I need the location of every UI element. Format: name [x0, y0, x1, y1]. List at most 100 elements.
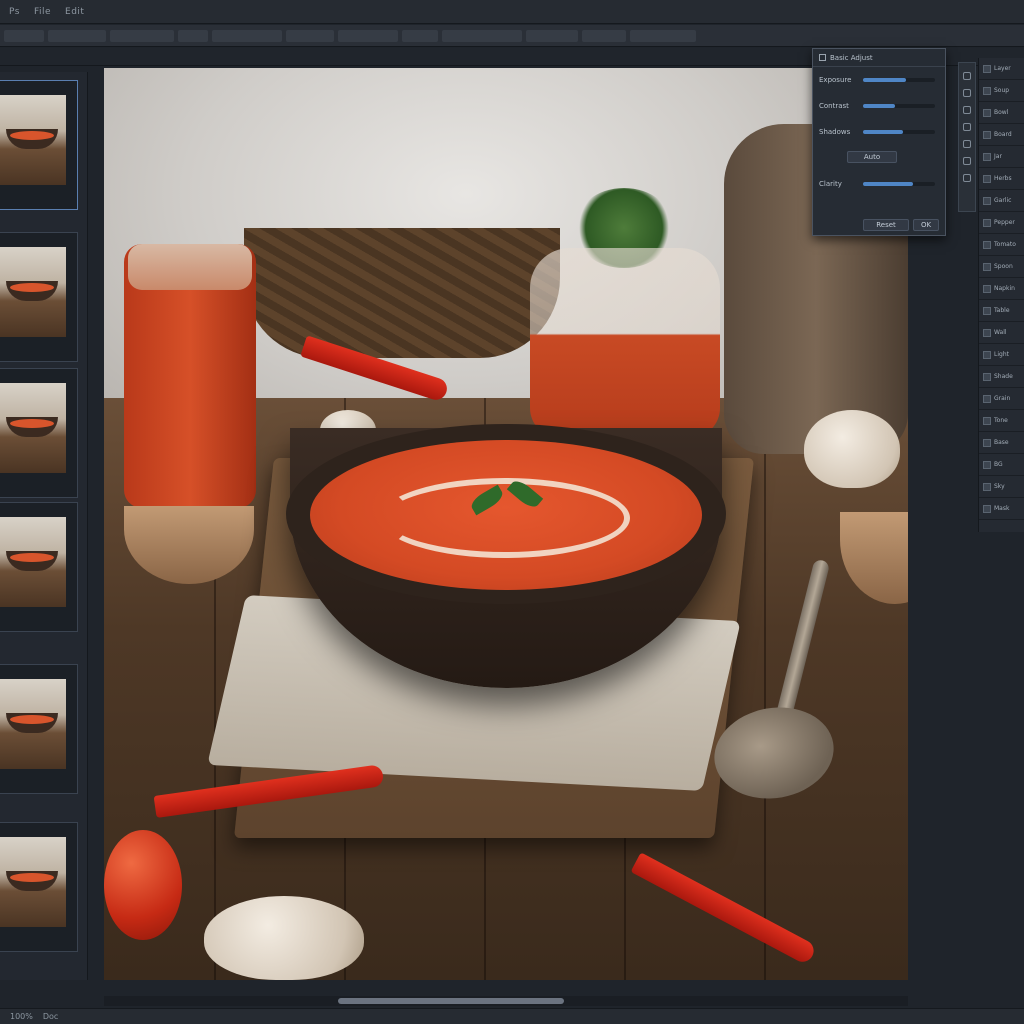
layer-swatch — [983, 394, 991, 403]
scrollbar-thumb[interactable] — [338, 998, 564, 1004]
filmstrip-thumbnail[interactable] — [0, 368, 78, 498]
layer-item[interactable]: Shade — [979, 366, 1024, 388]
layer-item[interactable]: Grain — [979, 388, 1024, 410]
layer-swatch — [983, 372, 991, 381]
brush-tool-icon[interactable] — [963, 72, 971, 80]
layer-item[interactable]: Mask — [979, 498, 1024, 520]
option-control[interactable] — [286, 29, 334, 42]
layer-item[interactable]: Wall — [979, 322, 1024, 344]
options-bar — [0, 25, 1024, 47]
tool-preset-picker[interactable] — [4, 29, 44, 42]
contrast-slider[interactable] — [863, 104, 935, 108]
layer-name: Bowl — [994, 109, 1009, 116]
option-control[interactable] — [402, 29, 438, 42]
layer-item[interactable]: BG — [979, 454, 1024, 476]
photo-cream-swirl — [380, 478, 630, 558]
photo-editor-window: Ps File Edit Basic Adjust Exposure Contr… — [0, 0, 1024, 1024]
ok-button[interactable]: OK — [913, 219, 939, 231]
layer-item[interactable]: Napkin — [979, 278, 1024, 300]
layer-item[interactable]: Sky — [979, 476, 1024, 498]
option-control[interactable] — [48, 29, 106, 42]
layer-swatch — [983, 460, 991, 469]
layer-item[interactable]: Base — [979, 432, 1024, 454]
option-control[interactable] — [630, 29, 696, 42]
filmstrip-thumbnail[interactable] — [0, 80, 78, 210]
document-info: Doc — [42, 1012, 59, 1021]
photo-basket — [244, 228, 560, 358]
clarity-slider[interactable] — [863, 182, 935, 186]
layer-name: Tone — [994, 417, 1008, 424]
auto-button[interactable]: Auto — [847, 151, 897, 163]
option-control[interactable] — [178, 29, 208, 42]
option-control[interactable] — [110, 29, 174, 42]
filmstrip-thumbnail[interactable] — [0, 822, 78, 952]
layer-item[interactable]: Board — [979, 124, 1024, 146]
thumbnail-image — [0, 95, 66, 185]
layer-name: Grain — [994, 395, 1011, 402]
filmstrip-thumbnail[interactable] — [0, 502, 78, 632]
layer-name: Layer — [994, 65, 1011, 72]
panel-icon — [819, 54, 826, 61]
layer-swatch — [983, 218, 991, 227]
layer-swatch — [983, 504, 991, 513]
hand-tool-icon[interactable] — [963, 174, 971, 182]
layer-name: BG — [994, 461, 1003, 468]
thumbnail-image — [0, 517, 66, 607]
menu-item-app[interactable]: Ps — [6, 7, 23, 17]
option-control[interactable] — [338, 29, 398, 42]
layer-item[interactable]: Soup — [979, 80, 1024, 102]
adjust-row: Exposure — [819, 75, 939, 85]
layer-item[interactable]: Tomato — [979, 234, 1024, 256]
layer-item[interactable]: Light — [979, 344, 1024, 366]
layer-name: Table — [994, 307, 1010, 314]
gradient-tool-icon[interactable] — [963, 140, 971, 148]
layer-item[interactable]: Herbs — [979, 168, 1024, 190]
layer-name: Soup — [994, 87, 1010, 94]
adjustments-panel-header[interactable]: Basic Adjust — [813, 49, 945, 67]
thumbnail-image — [0, 837, 66, 927]
photo-sauce-jar — [124, 244, 256, 508]
zoom-tool-icon[interactable] — [963, 157, 971, 165]
layer-item[interactable]: Table — [979, 300, 1024, 322]
document-canvas[interactable] — [104, 68, 908, 980]
option-control[interactable] — [582, 29, 626, 42]
layer-item[interactable]: Jar — [979, 146, 1024, 168]
layer-item[interactable]: Garlic — [979, 190, 1024, 212]
menu-item-edit[interactable]: Edit — [62, 7, 87, 17]
layer-item[interactable]: Tone — [979, 410, 1024, 432]
clone-tool-icon[interactable] — [963, 123, 971, 131]
layer-item[interactable]: Layer — [979, 58, 1024, 80]
zoom-level[interactable]: 100% — [10, 1012, 33, 1021]
layer-name: Spoon — [994, 263, 1013, 270]
adjustments-panel: Basic Adjust Exposure Contrast Shadows C… — [812, 48, 946, 236]
option-control[interactable] — [442, 29, 522, 42]
layer-item[interactable]: Spoon — [979, 256, 1024, 278]
shadows-slider[interactable] — [863, 130, 935, 134]
thumbnail-image — [0, 383, 66, 473]
layer-item[interactable]: Pepper — [979, 212, 1024, 234]
layer-swatch — [983, 152, 991, 161]
adjust-label: Shadows — [819, 128, 851, 136]
adjust-label: Exposure — [819, 76, 852, 84]
adjust-row: Shadows — [819, 127, 939, 137]
photo-garlic-bulb — [204, 896, 364, 980]
filmstrip-thumbnail[interactable] — [0, 664, 78, 794]
horizontal-scrollbar[interactable] — [104, 996, 908, 1006]
adjustments-panel-title: Basic Adjust — [830, 53, 873, 62]
eyedropper-tool-icon[interactable] — [963, 89, 971, 97]
layer-item[interactable]: Bowl — [979, 102, 1024, 124]
layer-swatch — [983, 284, 991, 293]
option-control[interactable] — [526, 29, 578, 42]
layer-name: Sky — [994, 483, 1005, 490]
exposure-slider[interactable] — [863, 78, 935, 82]
layer-swatch — [983, 262, 991, 271]
layer-swatch — [983, 328, 991, 337]
layer-swatch — [983, 240, 991, 249]
layer-name: Light — [994, 351, 1009, 358]
filmstrip-thumbnail[interactable] — [0, 232, 78, 362]
eraser-tool-icon[interactable] — [963, 106, 971, 114]
reset-button[interactable]: Reset — [863, 219, 909, 231]
option-control[interactable] — [212, 29, 282, 42]
menu-item-file[interactable]: File — [31, 7, 54, 17]
layer-swatch — [983, 86, 991, 95]
